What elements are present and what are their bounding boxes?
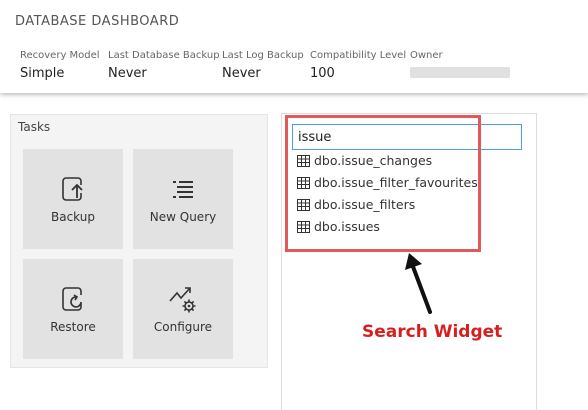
result-label: dbo.issue_filters: [314, 197, 416, 212]
property-owner: Owner: [410, 50, 510, 78]
tile-label: New Query: [149, 210, 217, 224]
annotation-arrow-icon: [405, 253, 432, 314]
property-value: Simple: [20, 66, 65, 81]
configure-icon: [169, 287, 196, 313]
result-label: dbo.issues: [314, 219, 380, 234]
property-last-database-backup: Last Database Backup Never: [108, 50, 220, 81]
table-icon: [297, 176, 310, 189]
table-icon: [297, 220, 310, 233]
owner-value-redacted: [410, 67, 510, 78]
result-label: dbo.issue_filter_favourites: [314, 175, 478, 190]
restore-button[interactable]: Restore: [23, 259, 123, 359]
search-input[interactable]: [292, 124, 522, 150]
property-value: Never: [222, 66, 261, 81]
tile-label: Backup: [51, 210, 95, 224]
property-label: Recovery Model: [20, 50, 100, 61]
property-label: Owner: [410, 50, 443, 61]
restore-icon: [62, 287, 82, 311]
property-recovery-model: Recovery Model Simple: [20, 50, 100, 81]
property-label: Last Log Backup: [222, 50, 304, 61]
tile-label: Restore: [50, 320, 96, 334]
property-value: Never: [108, 66, 147, 81]
search-result-item[interactable]: dbo.issue_changes: [297, 153, 432, 168]
new-query-button[interactable]: New Query: [133, 149, 233, 249]
tile-label: Configure: [153, 320, 213, 334]
dashboard-header: DATABASE DASHBOARD Recovery Model Simple…: [0, 0, 588, 93]
tasks-title: Tasks: [18, 120, 51, 134]
property-label: Compatibility Level: [310, 50, 407, 61]
search-result-item[interactable]: dbo.issue_filter_favourites: [297, 175, 478, 190]
page-title: DATABASE DASHBOARD: [15, 14, 180, 29]
backup-icon: [62, 177, 83, 201]
configure-button[interactable]: Configure: [133, 259, 233, 359]
table-icon: [297, 198, 310, 211]
result-label: dbo.issue_changes: [314, 153, 433, 168]
property-compatibility-level: Compatibility Level 100: [310, 50, 406, 81]
new-query-icon: [173, 181, 193, 198]
search-result-item[interactable]: dbo.issues: [297, 219, 380, 234]
table-icon: [297, 154, 310, 167]
annotation-label: Search Widget: [362, 322, 503, 342]
property-value: 100: [310, 66, 335, 81]
property-last-log-backup: Last Log Backup Never: [222, 50, 304, 81]
search-result-item[interactable]: dbo.issue_filters: [297, 197, 415, 212]
backup-button[interactable]: Backup: [23, 149, 123, 249]
tasks-panel: Tasks Backup New Query Restore Configure: [10, 114, 268, 368]
property-label: Last Database Backup: [108, 50, 220, 61]
